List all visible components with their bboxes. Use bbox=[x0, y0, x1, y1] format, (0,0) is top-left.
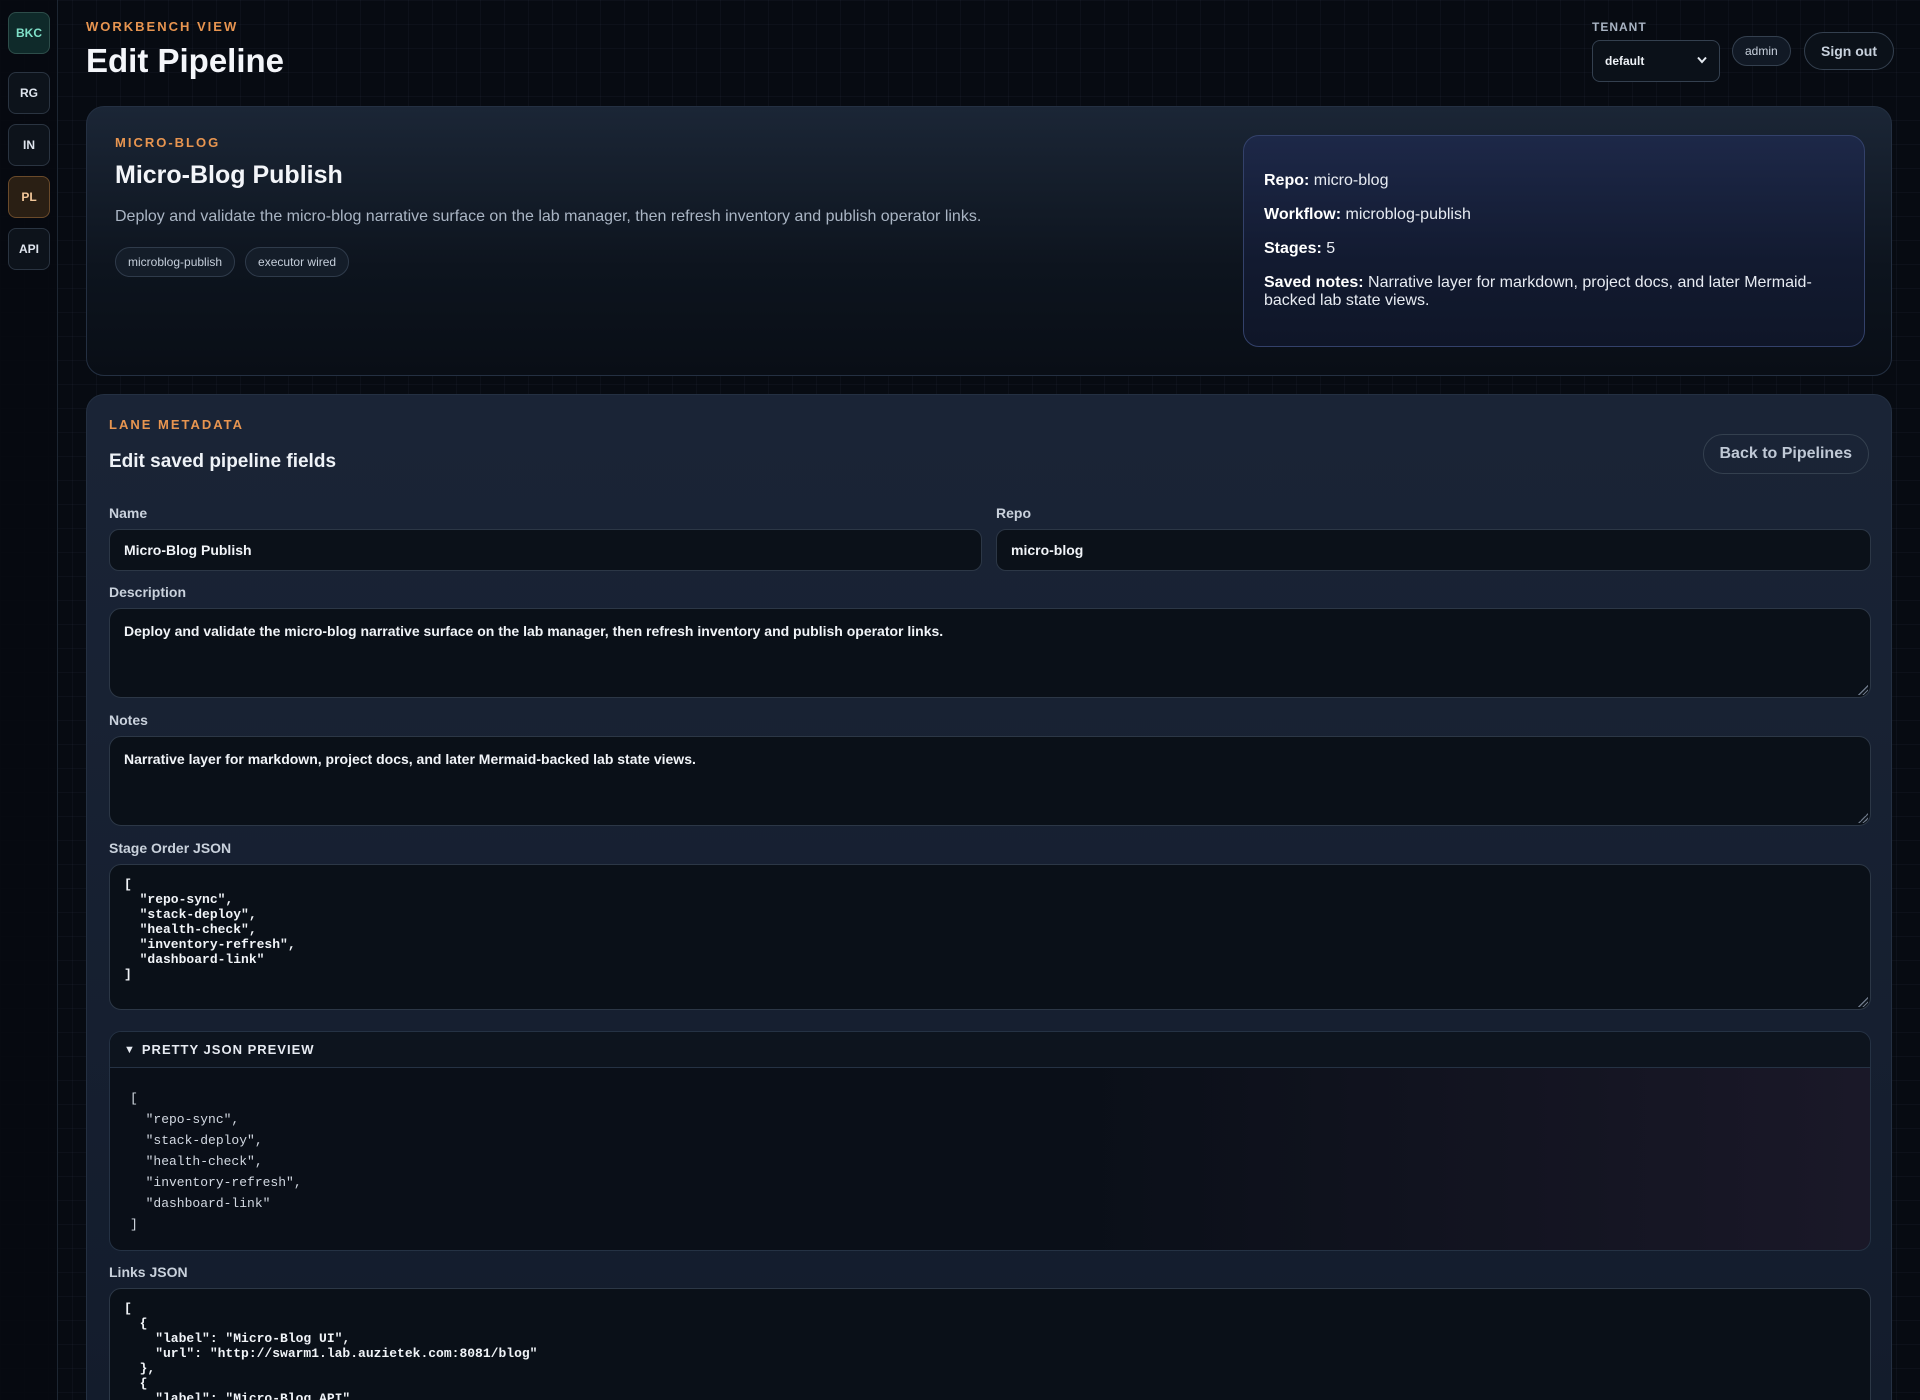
lane-metadata-panel: LANE METADATA Edit saved pipeline fields… bbox=[86, 394, 1892, 1400]
tenant-select-value: default bbox=[1605, 54, 1645, 68]
summary-workflow-label: Workflow: bbox=[1264, 206, 1342, 223]
page-title: Edit Pipeline bbox=[86, 42, 285, 79]
summary-repo-value: micro-blog bbox=[1313, 172, 1389, 189]
links-value: [ { "label": "Micro-Blog UI", "url": "ht… bbox=[124, 1301, 538, 1400]
description-value: Deploy and validate the micro-blog narra… bbox=[124, 623, 944, 639]
hero-description: Deploy and validate the micro-blog narra… bbox=[115, 208, 982, 225]
preview-content: [ "repo-sync", "stack-deploy", "health-c… bbox=[130, 1091, 302, 1232]
tenant-label: TENANT bbox=[1592, 20, 1647, 34]
sidebar-item-in[interactable]: IN bbox=[8, 124, 50, 166]
repo-input[interactable]: micro-blog bbox=[996, 529, 1871, 571]
notes-label: Notes bbox=[109, 712, 148, 728]
notes-textarea[interactable]: Narrative layer for markdown, project do… bbox=[109, 736, 1871, 826]
sidebar-item-rg[interactable]: RG bbox=[8, 72, 50, 114]
summary-notes: Saved notes: Narrative layer for markdow… bbox=[1264, 274, 1844, 310]
resize-grip-icon[interactable] bbox=[1858, 685, 1868, 695]
tag-executor: executor wired bbox=[245, 247, 350, 277]
description-label: Description bbox=[109, 584, 187, 600]
resize-grip-icon[interactable] bbox=[1858, 813, 1868, 823]
pipeline-summary-card: Repo: micro-blog Workflow: microblog-pub… bbox=[1243, 135, 1865, 347]
tag-workflow: microblog-publish bbox=[115, 247, 236, 277]
panel-title: Edit saved pipeline fields bbox=[109, 451, 337, 472]
preview-label: PRETTY JSON PREVIEW bbox=[141, 1042, 315, 1057]
stage-order-value: [ "repo-sync", "stack-deploy", "health-c… bbox=[124, 877, 296, 982]
tenant-select[interactable]: default bbox=[1592, 40, 1720, 82]
summary-stages-label: Stages: bbox=[1264, 240, 1322, 257]
sidebar-item-api[interactable]: API bbox=[8, 228, 50, 270]
hero-eyebrow: MICRO-BLOG bbox=[115, 135, 221, 150]
back-to-pipelines-button[interactable]: Back to Pipelines bbox=[1702, 434, 1869, 474]
links-label: Links JSON bbox=[109, 1264, 188, 1280]
stage-order-textarea[interactable]: [ "repo-sync", "stack-deploy", "health-c… bbox=[109, 864, 1871, 1010]
summary-workflow-value: microblog-publish bbox=[1345, 206, 1471, 223]
sidebar: BKC RG IN PL API bbox=[0, 0, 58, 1400]
tag-list: microblog-publish executor wired bbox=[115, 247, 350, 277]
hero-title: Micro-Blog Publish bbox=[115, 161, 343, 189]
preview-toggle[interactable]: ▼ PRETTY JSON PREVIEW bbox=[110, 1032, 1870, 1068]
sidebar-item-pl[interactable]: PL bbox=[8, 176, 50, 218]
resize-grip-icon[interactable] bbox=[1858, 997, 1868, 1007]
pipeline-hero-card: MICRO-BLOG Micro-Blog Publish Deploy and… bbox=[86, 106, 1892, 376]
summary-notes-label: Saved notes: bbox=[1264, 274, 1364, 291]
user-badge: admin bbox=[1732, 36, 1791, 66]
stage-order-label: Stage Order JSON bbox=[109, 840, 232, 856]
summary-repo-label: Repo: bbox=[1264, 172, 1310, 189]
triangle-down-icon: ▼ bbox=[124, 1043, 136, 1056]
name-input[interactable]: Micro-Blog Publish bbox=[109, 529, 982, 571]
sign-out-button[interactable]: Sign out bbox=[1804, 32, 1894, 70]
name-label: Name bbox=[109, 505, 148, 521]
repo-label: Repo bbox=[996, 505, 1031, 521]
pretty-json-preview: ▼ PRETTY JSON PREVIEW [ "repo-sync", "st… bbox=[109, 1031, 1871, 1251]
summary-stages: Stages: 5 bbox=[1264, 240, 1844, 258]
summary-stages-value: 5 bbox=[1326, 240, 1336, 257]
links-textarea[interactable]: [ { "label": "Micro-Blog UI", "url": "ht… bbox=[109, 1288, 1871, 1400]
sidebar-item-bkc[interactable]: BKC bbox=[8, 12, 50, 54]
summary-workflow: Workflow: microblog-publish bbox=[1264, 206, 1844, 224]
page-eyebrow: WORKBENCH VIEW bbox=[86, 19, 239, 34]
chevron-down-icon bbox=[1697, 56, 1707, 67]
summary-repo: Repo: micro-blog bbox=[1264, 172, 1844, 190]
description-textarea[interactable]: Deploy and validate the micro-blog narra… bbox=[109, 608, 1871, 698]
panel-eyebrow: LANE METADATA bbox=[109, 417, 245, 432]
notes-value: Narrative layer for markdown, project do… bbox=[124, 751, 696, 767]
